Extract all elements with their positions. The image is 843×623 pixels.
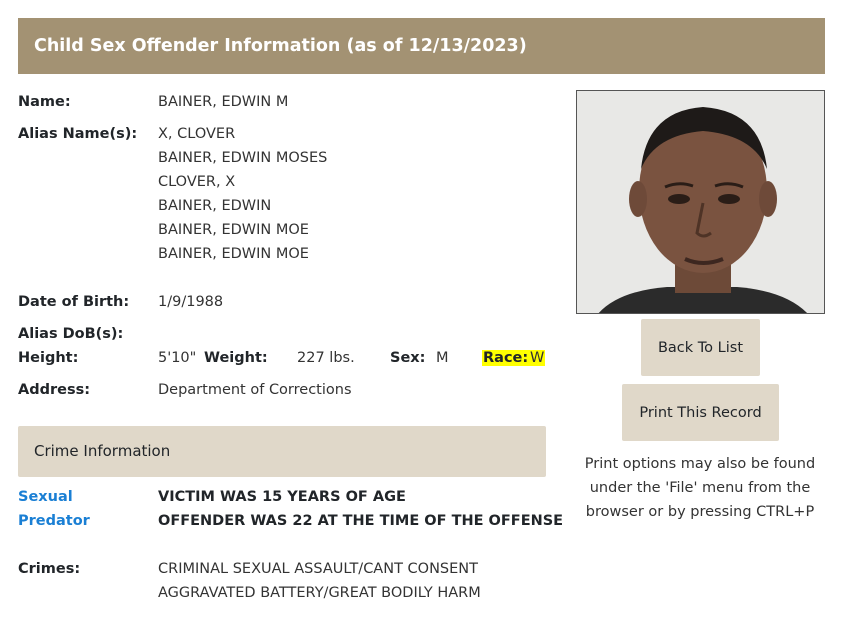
print-help-text: Print options may also be found under th…	[584, 456, 816, 520]
alias-item: BAINER, EDWIN MOE	[158, 222, 309, 238]
address-label: Address:	[18, 382, 91, 398]
dob-value: 1/9/1988	[158, 294, 224, 310]
sexual-predator-status: Predator	[18, 513, 90, 529]
alias-item: X, CLOVER	[158, 126, 236, 142]
sex-value: M	[436, 350, 449, 366]
crime-item: CRIMINAL SEXUAL ASSAULT/CANT CONSENT	[158, 561, 478, 577]
offender-age-note: OFFENDER WAS 22 AT THE TIME OF THE OFFEN…	[158, 513, 564, 529]
print-record-button[interactable]: Print This Record	[622, 384, 779, 441]
race-value: W	[529, 350, 546, 366]
offender-photo-image	[577, 91, 824, 313]
name-value: BAINER, EDWIN M	[158, 94, 289, 110]
name-label: Name:	[18, 94, 71, 110]
crime-info-header: Crime Information	[18, 426, 546, 477]
crime-info-title: Crime Information	[34, 442, 171, 460]
weight-label: Weight:	[204, 350, 268, 366]
height-value: 5'10"	[158, 350, 197, 366]
alias-item: BAINER, EDWIN MOE	[158, 246, 309, 262]
page-header: Child Sex Offender Information (as of 12…	[18, 18, 825, 74]
alias-label: Alias Name(s):	[18, 126, 138, 142]
crime-item: AGGRAVATED BATTERY/GREAT BODILY HARM	[158, 585, 481, 601]
crimes-label: Crimes:	[18, 561, 81, 577]
back-to-list-button[interactable]: Back To List	[641, 319, 760, 376]
sex-label: Sex:	[390, 350, 426, 366]
victim-age-note: VICTIM WAS 15 YEARS OF AGE	[158, 489, 406, 505]
height-label: Height:	[18, 350, 79, 366]
address-value: Department of Corrections	[158, 382, 352, 398]
alias-dob-label: Alias DoB(s):	[18, 326, 124, 342]
race-label: Race:	[482, 350, 530, 366]
offender-photo	[576, 90, 825, 314]
page-title: Child Sex Offender Information (as of 12…	[34, 36, 527, 56]
dob-label: Date of Birth:	[18, 294, 130, 310]
alias-item: CLOVER, X	[158, 174, 236, 190]
alias-item: BAINER, EDWIN	[158, 198, 272, 214]
weight-value: 227 lbs.	[297, 350, 355, 366]
alias-item: BAINER, EDWIN MOSES	[158, 150, 328, 166]
sexual-predator-status: Sexual	[18, 489, 73, 505]
